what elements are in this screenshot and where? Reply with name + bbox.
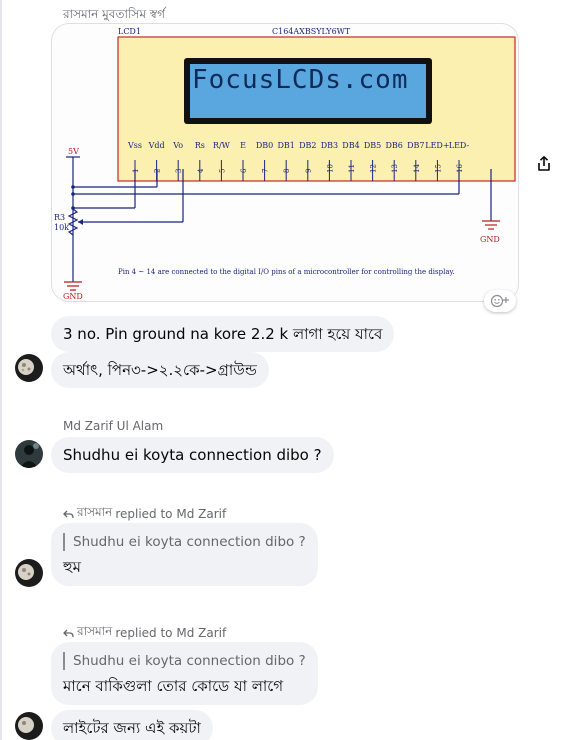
pin-labels: Vss Vdd Vo Rs R/W E DB0 DB1 DB2 DB3 DB4 DB5 DB6 DB7 LE… <box>127 141 470 150</box>
window-left-edge <box>0 0 2 740</box>
reply-header: রাসমান replied to Md Zarif <box>63 504 226 524</box>
pin-label: Vdd <box>148 141 165 150</box>
resistor-label: R3 <box>54 213 65 222</box>
message-text: হুম <box>63 558 81 576</box>
pin-number: 14 <box>413 164 421 173</box>
schematic-image[interactable]: LCD1 C164AXBSYLY6WT FocusLCDs.com Vss Vdd… <box>51 23 519 302</box>
avatar-image <box>15 440 43 468</box>
quoted-message: Shudhu ei koyta connection dibo ? <box>63 652 306 670</box>
reply-arrow-icon <box>63 629 74 637</box>
reply-target: replied to Md Zarif <box>115 626 227 640</box>
pin-number: 5 <box>218 169 226 173</box>
pin-label: DB2 <box>299 141 316 150</box>
avatar[interactable] <box>15 712 43 740</box>
pin-number: 10 <box>326 164 334 173</box>
pin-number: 3 <box>175 169 183 173</box>
pin-label: Vo <box>172 141 183 150</box>
pin-number: 1 <box>132 169 140 173</box>
avatar[interactable] <box>15 354 43 382</box>
pin-number: 9 <box>305 169 313 173</box>
quoted-message: Shudhu ei koyta connection dibo ? <box>63 533 306 551</box>
avatar[interactable] <box>15 559 43 587</box>
gnd-left-label: GND <box>63 292 83 301</box>
pin-label: Rs <box>195 141 205 150</box>
share-icon <box>538 156 550 171</box>
supply-label: 5V <box>68 147 79 156</box>
pin-number: 4 <box>197 168 205 173</box>
pin-label: LED+ <box>425 141 449 150</box>
lcd-name-label: LCD1 <box>118 27 141 36</box>
pin-number: 15 <box>434 164 442 173</box>
reply-arrow-icon <box>63 510 74 518</box>
pin-number: 2 <box>154 169 162 173</box>
message-bubble[interactable]: অর্থাৎ, পিন৩->২.২কে->গ্রাউন্ড <box>51 352 269 388</box>
message-bubble[interactable]: 3 no. Pin ground na kore 2.2 k লাগা হয়ে… <box>51 316 395 352</box>
schematic-caption: Pin 4 ~ 14 are connected to the digital … <box>118 268 455 276</box>
pin-label: DB5 <box>364 141 381 150</box>
pin-label: E <box>240 141 246 150</box>
reply-author: রাসমান <box>77 505 113 519</box>
message-text: মানে বাকিগুলা তোর কোডে যা লাগে <box>63 677 284 695</box>
pin-label: DB1 <box>278 141 295 150</box>
pin-number: 12 <box>370 164 378 173</box>
message-bubble[interactable]: লাইটের জন্য এই কয়টা <box>51 710 213 740</box>
resistor-value: 10k <box>54 223 69 232</box>
pin-label: DB6 <box>386 141 403 150</box>
lcd-schematic: LCD1 C164AXBSYLY6WT FocusLCDs.com Vss Vdd… <box>54 27 516 301</box>
pin-number: 8 <box>283 169 291 173</box>
reply-target: replied to Md Zarif <box>115 507 227 521</box>
pin-number: 7 <box>262 169 270 173</box>
pin-label: DB7 <box>407 141 424 150</box>
pin-label: R/W <box>213 141 231 150</box>
pin-number: 16 <box>456 164 464 173</box>
message-bubble[interactable]: Shudhu ei koyta connection dibo ? <box>51 437 334 473</box>
pin-label: LED- <box>449 141 470 150</box>
reply-bubble[interactable]: Shudhu ei koyta connection dibo ? হুম <box>51 523 318 586</box>
pin-number: 13 <box>391 164 399 173</box>
pin-label: Vss <box>127 141 142 150</box>
lcd-screen-text: FocusLCDs.com <box>192 65 409 95</box>
pin-number: 6 <box>240 168 248 173</box>
avatar[interactable] <box>15 440 43 468</box>
pin-label: DB0 <box>256 141 273 150</box>
pin-number: 11 <box>348 164 356 173</box>
add-reaction-button[interactable] <box>484 290 516 312</box>
sender-name: Md Zarif Ul Alam <box>63 419 164 433</box>
reply-author: রাসমান <box>77 624 113 638</box>
avatar-image <box>15 712 43 740</box>
pin-label: DB4 <box>342 141 359 150</box>
reply-bubble[interactable]: Shudhu ei koyta connection dibo ? মানে ব… <box>51 642 318 705</box>
add-reaction-icon <box>490 294 509 308</box>
share-button[interactable] <box>530 150 558 178</box>
lcd-part-label: C164AXBSYLY6WT <box>272 27 351 36</box>
gnd-right-label: GND <box>480 235 500 244</box>
pin-label: DB3 <box>321 141 338 150</box>
reply-header: রাসমান replied to Md Zarif <box>63 623 226 643</box>
avatar-image <box>15 559 43 587</box>
avatar-image <box>15 354 43 382</box>
